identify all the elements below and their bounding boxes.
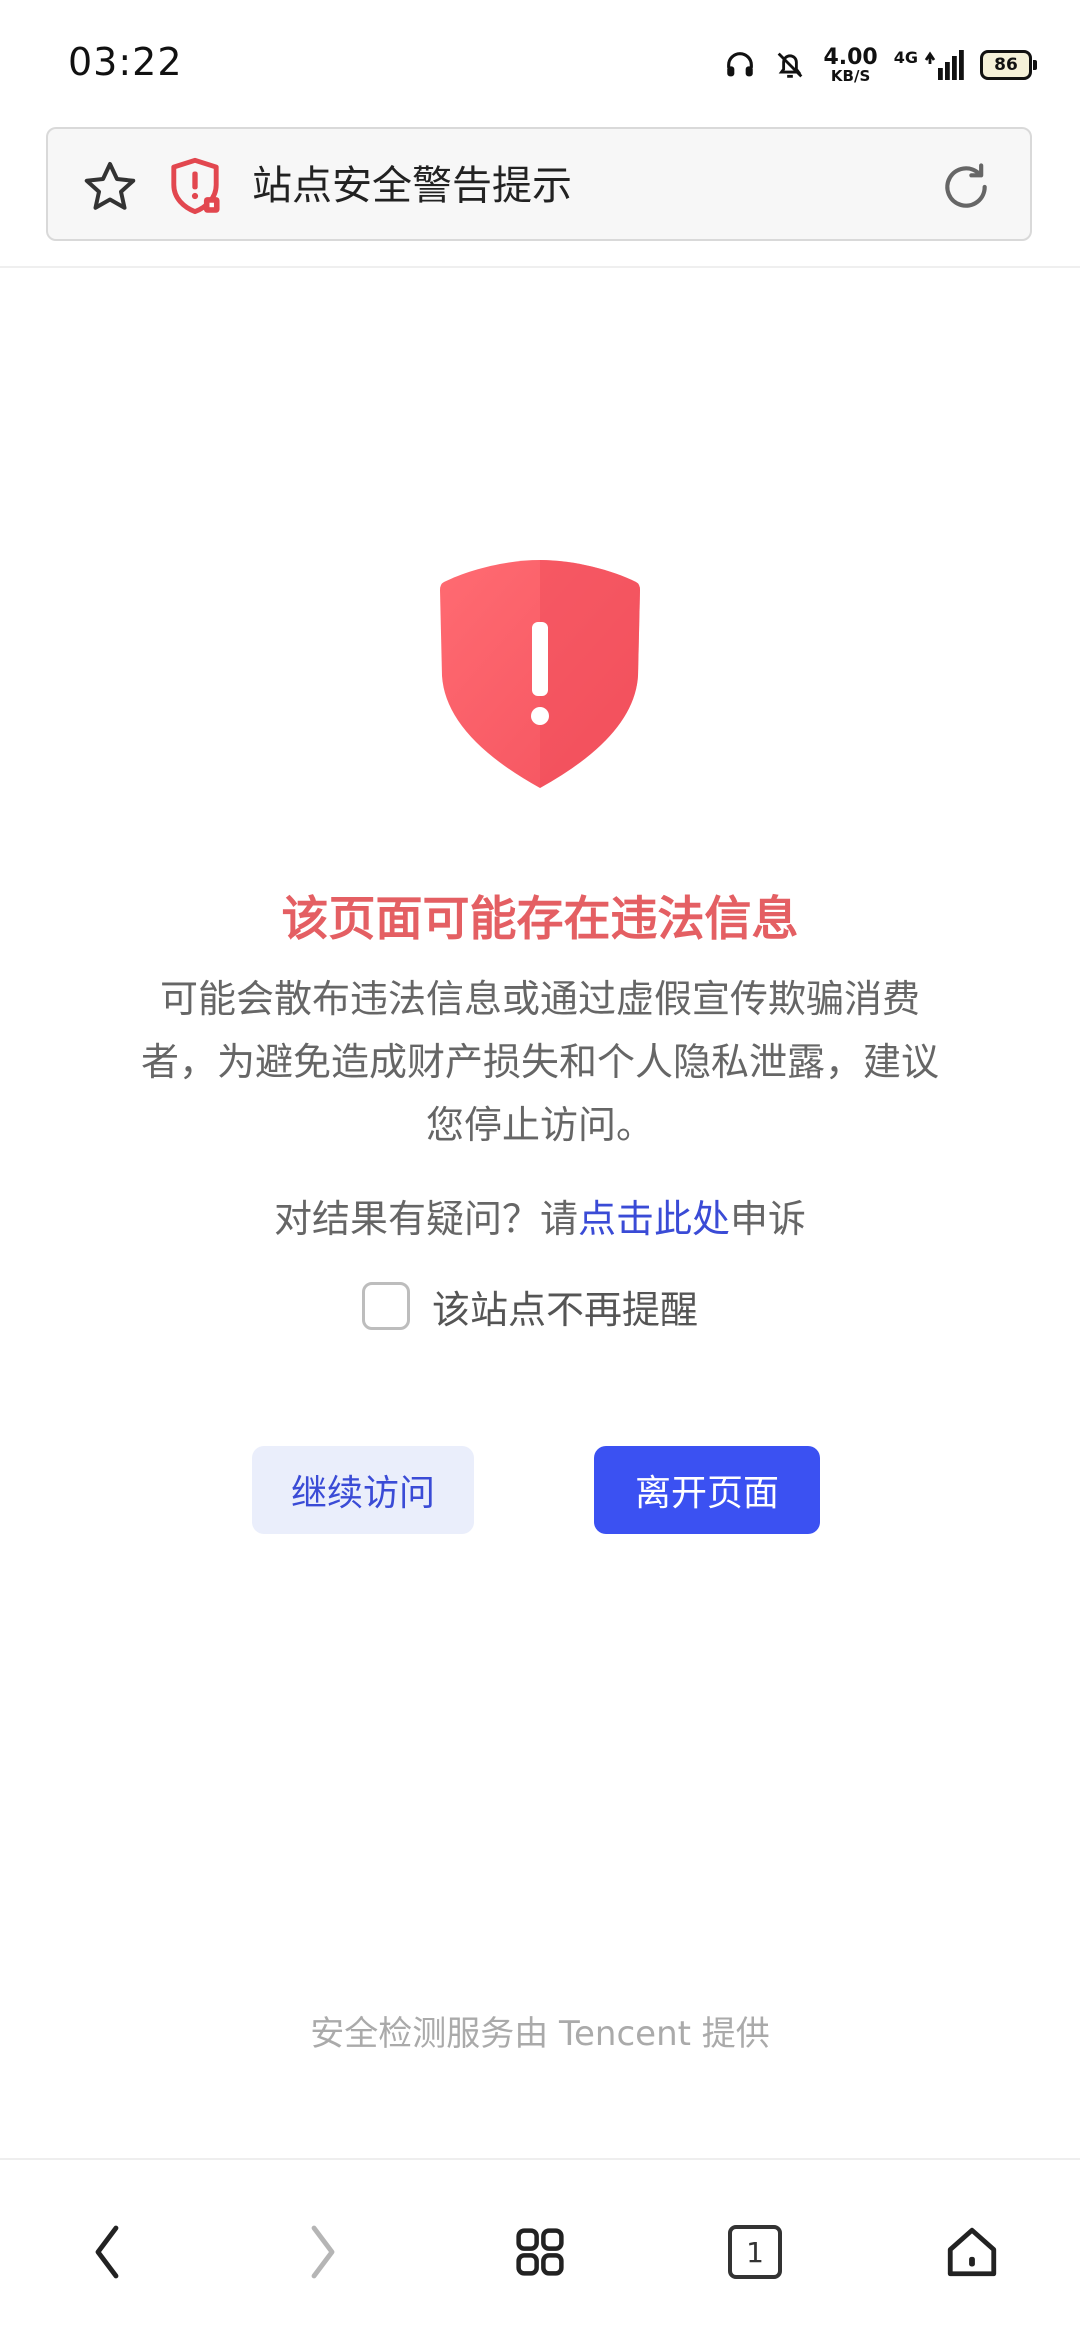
- home-icon: [947, 2227, 997, 2277]
- bottom-navigation: 1: [0, 2158, 1080, 2340]
- appeal-link[interactable]: 点击此处: [578, 1197, 730, 1241]
- signal-icon: [924, 50, 964, 80]
- net-speed: 4.00 KB/S: [823, 44, 878, 85]
- security-shield-icon[interactable]: [168, 157, 222, 215]
- appeal-line: 对结果有疑问？请点击此处申诉: [0, 1188, 1080, 1243]
- forward-button[interactable]: [282, 2212, 362, 2292]
- back-icon: [95, 2225, 119, 2279]
- address-bar[interactable]: 站点安全警告提示: [46, 127, 1032, 241]
- bell-off-icon: [778, 52, 803, 78]
- continue-visit-button[interactable]: 继续访问: [252, 1446, 474, 1534]
- no-remind-option[interactable]: 该站点不再提醒: [362, 1278, 698, 1334]
- warning-heading: 该页面可能存在违法信息: [281, 892, 799, 947]
- leave-page-button[interactable]: 离开页面: [594, 1446, 820, 1534]
- battery-icon: 86: [980, 50, 1037, 80]
- tabs-button[interactable]: 1: [715, 2212, 795, 2292]
- home-button[interactable]: [932, 2212, 1012, 2292]
- forward-icon: [311, 2225, 335, 2279]
- security-provider-note: 安全检测服务由 Tencent 提供: [310, 2014, 770, 2054]
- status-time: 03:22: [68, 40, 183, 84]
- appeal-suffix: 申诉: [730, 1197, 807, 1241]
- status-icons: 4.00 KB/S 4G 86: [723, 40, 1037, 90]
- tabs-icon: 1: [728, 2225, 782, 2279]
- no-remind-checkbox[interactable]: [362, 1282, 410, 1330]
- warning-description: 可能会散布违法信息或通过虚假宣传欺骗消费者，为避免造成财产损失和个人隐私泄露，建…: [140, 977, 939, 1147]
- appeal-prefix: 对结果有疑问？请: [273, 1197, 578, 1241]
- no-remind-label: 该站点不再提醒: [432, 1287, 699, 1332]
- network-type: 4G: [893, 47, 918, 67]
- warning-shield-icon: [440, 560, 640, 788]
- menu-grid-icon: [516, 2228, 564, 2276]
- menu-button[interactable]: [500, 2212, 580, 2292]
- headphones-icon: [727, 52, 754, 77]
- reload-icon[interactable]: [938, 159, 994, 215]
- divider: [0, 266, 1080, 268]
- back-button[interactable]: [68, 2212, 148, 2292]
- star-icon[interactable]: [80, 157, 140, 217]
- page-title: 站点安全警告提示: [252, 163, 572, 209]
- status-bar: 03:22 4.00 KB/S 4G 86: [0, 0, 1080, 125]
